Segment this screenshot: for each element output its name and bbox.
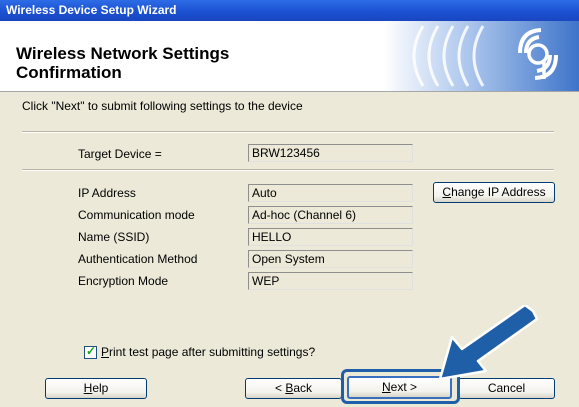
back-label: ack — [293, 381, 313, 395]
wizard-header: Wireless Network Settings Confirmation — [0, 21, 579, 92]
change-ip-label: hange IP Address — [451, 185, 546, 199]
print-test-page-label[interactable]: Print test page after submitting setting… — [101, 345, 315, 359]
encryption-mode-value: WEP — [248, 272, 413, 290]
wireless-signal-icon — [383, 21, 579, 91]
ssid-label: Name (SSID) — [78, 230, 150, 244]
communication-mode-value: Ad-hoc (Channel 6) — [248, 206, 413, 224]
page-title-line2: Confirmation — [16, 63, 122, 82]
print-test-page-checkbox[interactable]: ✓ — [84, 344, 97, 359]
ssid-value: HELLO — [248, 228, 413, 246]
target-device-value: BRW123456 — [248, 144, 413, 162]
change-ip-address-button[interactable]: Change IP Address — [433, 182, 555, 203]
target-device-label: Target Device = — [78, 147, 162, 161]
checkmark-icon: ✓ — [86, 344, 97, 358]
change-ip-accesskey: C — [442, 185, 452, 199]
divider-middle — [22, 169, 554, 171]
pointer-arrow-icon — [438, 305, 539, 381]
help-button[interactable]: Help — [45, 378, 147, 399]
back-button[interactable]: < Back — [245, 378, 342, 399]
divider-top — [22, 131, 554, 133]
instruction-text: Click "Next" to submit following setting… — [22, 99, 303, 113]
print-test-accesskey: P — [101, 345, 110, 359]
page-title-line1: Wireless Network Settings — [16, 44, 230, 63]
ip-address-value: Auto — [248, 184, 413, 202]
encryption-mode-label: Encryption Mode — [78, 274, 169, 288]
window-title: Wireless Device Setup Wizard — [6, 3, 177, 17]
authentication-method-label: Authentication Method — [78, 252, 198, 266]
back-pre: < — [274, 381, 286, 395]
print-test-label-text: rint test page after submitting settings… — [109, 345, 316, 359]
authentication-method-value: Open System — [248, 250, 413, 268]
help-label: elp — [92, 381, 109, 395]
communication-mode-label: Communication mode — [78, 208, 195, 222]
ip-address-label: IP Address — [78, 186, 136, 200]
page-title: Wireless Network Settings Confirmation — [16, 44, 316, 82]
window-titlebar: Wireless Device Setup Wizard — [0, 0, 579, 21]
